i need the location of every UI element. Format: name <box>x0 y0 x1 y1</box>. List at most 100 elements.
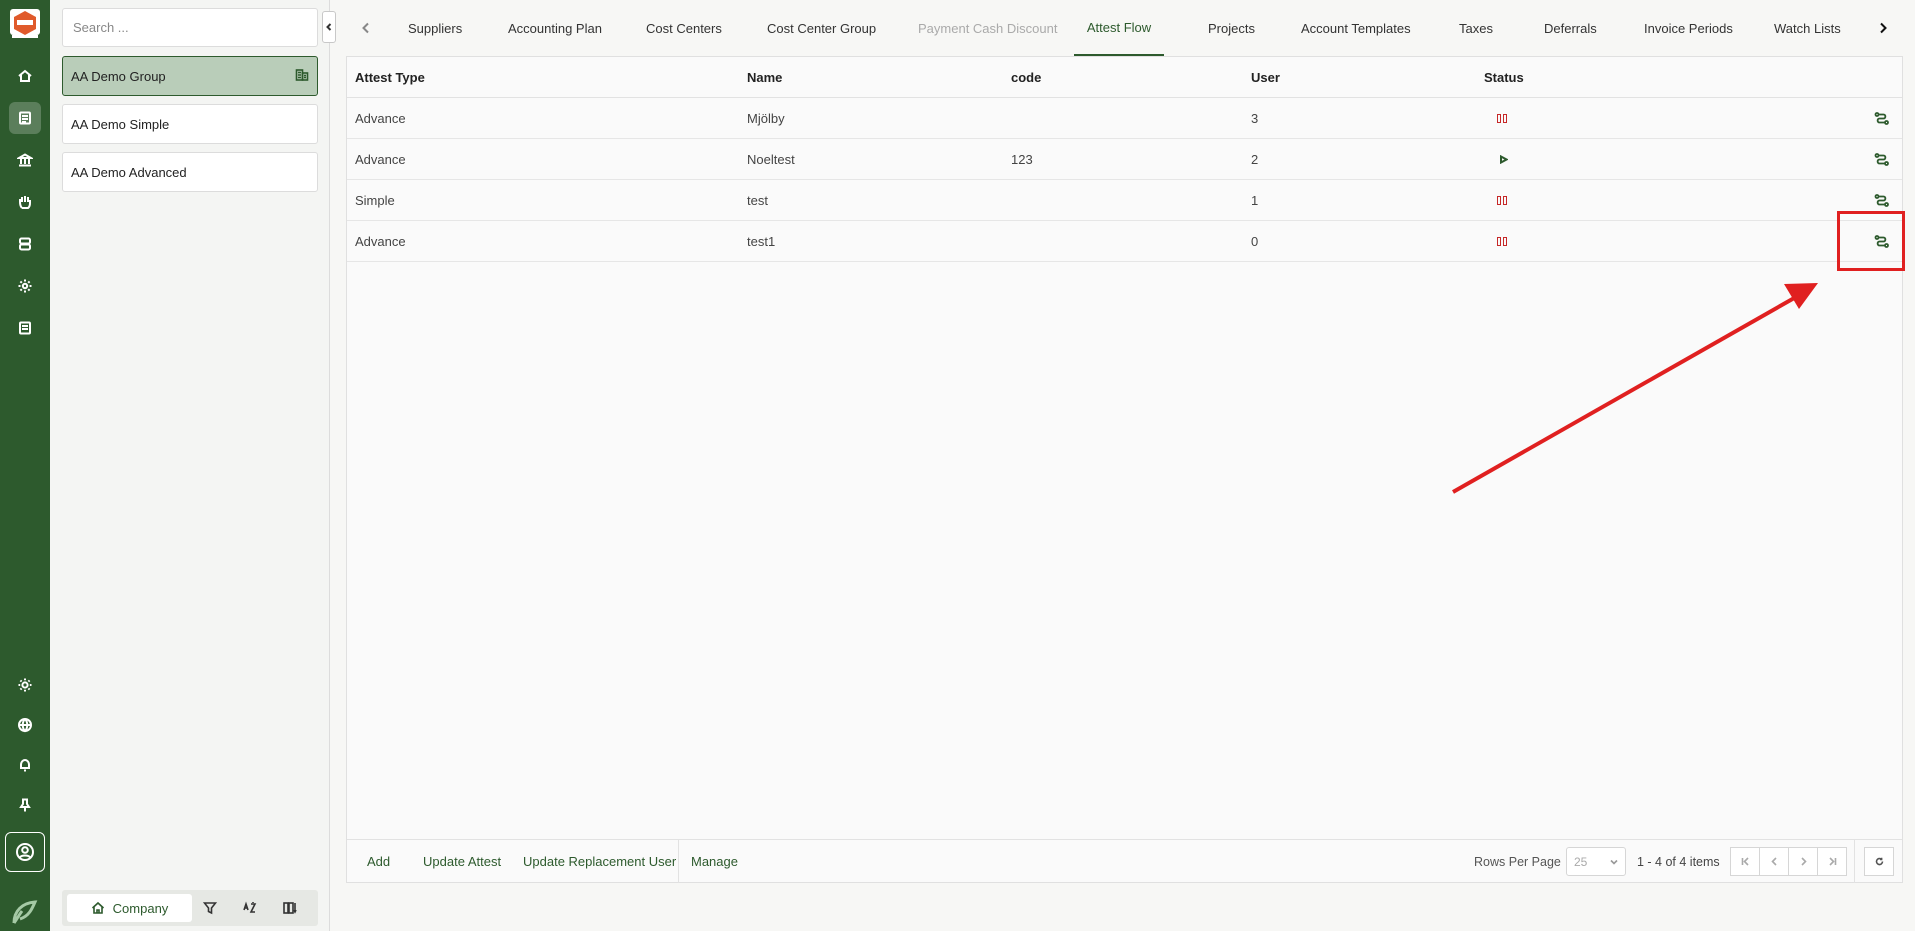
tab-account-templates[interactable]: Account Templates <box>1301 0 1411 56</box>
column-header-name[interactable]: Name <box>747 57 782 97</box>
pin-icon[interactable] <box>9 789 41 821</box>
previous-page-button[interactable] <box>1759 847 1789 876</box>
sun-icon[interactable] <box>9 669 41 701</box>
column-header-attest-type[interactable]: Attest Type <box>355 57 425 97</box>
tab-attest-flow[interactable]: Attest Flow <box>1074 0 1164 56</box>
bank-icon[interactable] <box>9 144 41 176</box>
manage-button[interactable]: Manage <box>691 840 738 883</box>
attest-type-cell: Advance <box>355 233 406 249</box>
user-cell: 1 <box>1251 192 1259 208</box>
hand-icon[interactable] <box>9 186 41 218</box>
company-name: AA Demo Simple <box>71 116 170 132</box>
table-row[interactable]: Advance Mjölby 3 <box>347 98 1902 139</box>
footer-divider <box>1854 840 1855 883</box>
update-replacement-user-button[interactable]: Update Replacement User <box>523 840 676 883</box>
sort-az-icon[interactable] <box>236 894 264 922</box>
refresh-icon <box>1875 857 1883 866</box>
company-view-button[interactable]: Company <box>67 894 192 922</box>
status-paused-icon <box>1497 98 1507 138</box>
company-search-input[interactable] <box>62 8 318 47</box>
database-icon[interactable] <box>9 228 41 260</box>
column-header-code[interactable]: code <box>1011 57 1041 97</box>
document-icon[interactable] <box>9 312 41 344</box>
first-page-button[interactable] <box>1730 847 1760 876</box>
attest-type-cell: Advance <box>355 151 406 167</box>
grid-header: Attest Type Name code User Status <box>347 57 1902 98</box>
status-paused-icon <box>1497 221 1507 261</box>
globe-icon[interactable] <box>9 709 41 741</box>
name-cell: Noeltest <box>747 151 795 167</box>
building-icon <box>295 68 309 85</box>
company-item-aa-demo-group[interactable]: AA Demo Group <box>62 56 318 96</box>
name-cell: Mjölby <box>747 110 785 126</box>
tab-cost-centers[interactable]: Cost Centers <box>646 0 722 56</box>
name-cell: test <box>747 192 768 208</box>
filter-icon[interactable] <box>196 894 224 922</box>
rows-per-page-select[interactable]: 25 <box>1566 847 1626 876</box>
name-cell: test1 <box>747 233 776 249</box>
settings-tab-bar: Suppliers Accounting Plan Cost Centers C… <box>346 0 1915 56</box>
tab-invoice-periods[interactable]: Invoice Periods <box>1644 0 1733 56</box>
company-name: AA Demo Advanced <box>71 164 187 180</box>
demo-logo[interactable] <box>7 5 43 41</box>
attest-type-cell: Simple <box>355 192 395 208</box>
workflow-action-icon[interactable] <box>1874 98 1889 138</box>
status-paused-icon <box>1497 180 1507 220</box>
code-cell: 123 <box>1011 151 1033 167</box>
company-panel-footer: Company <box>62 890 318 926</box>
first-page-icon <box>1741 857 1749 866</box>
collapse-panel-button[interactable] <box>322 11 336 43</box>
chevron-down-icon <box>1610 859 1618 865</box>
columns-icon[interactable] <box>276 894 304 922</box>
settings-icon[interactable] <box>9 270 41 302</box>
annotation-highlight-box <box>1837 211 1905 271</box>
company-panel: AA Demo Group AA Demo Simple AA Demo Adv… <box>50 0 330 931</box>
rows-per-page-value: 25 <box>1574 854 1588 869</box>
add-button[interactable]: Add <box>367 840 390 883</box>
bell-icon[interactable] <box>9 749 41 781</box>
home-icon[interactable] <box>9 60 41 92</box>
last-page-button[interactable] <box>1817 847 1847 876</box>
main-navigation-rail <box>0 0 50 931</box>
tab-suppliers[interactable]: Suppliers <box>408 0 462 56</box>
footer-divider <box>678 840 679 883</box>
refresh-button[interactable] <box>1864 847 1894 876</box>
company-item-aa-demo-advanced[interactable]: AA Demo Advanced <box>62 152 318 192</box>
tab-watch-lists[interactable]: Watch Lists <box>1774 0 1841 56</box>
tab-payment-cash-discount[interactable]: Payment Cash Discount <box>918 0 1057 56</box>
tab-cost-center-group[interactable]: Cost Center Group <box>767 0 876 56</box>
brand-leaf-logo <box>8 897 40 929</box>
company-name: AA Demo Group <box>71 68 166 84</box>
tab-projects[interactable]: Projects <box>1208 0 1255 56</box>
user-cell: 0 <box>1251 233 1259 249</box>
table-row[interactable]: Simple test 1 <box>347 180 1902 221</box>
column-header-status[interactable]: Status <box>1484 57 1524 97</box>
last-page-icon <box>1828 857 1836 866</box>
grid-footer: Add Update Attest Update Replacement Use… <box>347 839 1902 883</box>
user-circle-icon[interactable] <box>5 832 45 872</box>
tab-deferrals[interactable]: Deferrals <box>1544 0 1597 56</box>
chevron-right-icon <box>1800 857 1807 866</box>
rows-per-page-label: Rows Per Page <box>1474 854 1561 869</box>
table-row[interactable]: Advance test1 0 <box>347 221 1902 262</box>
table-row[interactable]: Advance Noeltest 123 2 <box>347 139 1902 180</box>
company-view-label: Company <box>112 900 169 916</box>
column-header-user[interactable]: User <box>1251 57 1280 97</box>
tab-taxes[interactable]: Taxes <box>1459 0 1493 56</box>
chevron-right-icon <box>1880 22 1887 34</box>
status-active-icon <box>1499 139 1508 179</box>
chevron-left-icon <box>1770 857 1777 866</box>
chevron-left-icon <box>326 23 332 31</box>
tab-scroll-right-button[interactable] <box>1873 18 1893 38</box>
next-page-button[interactable] <box>1788 847 1818 876</box>
chevron-left-icon <box>362 22 369 34</box>
attest-type-cell: Advance <box>355 110 406 126</box>
house-icon <box>91 901 104 914</box>
list-icon[interactable] <box>9 102 41 134</box>
workflow-action-icon[interactable] <box>1874 139 1889 179</box>
tab-scroll-left-button[interactable] <box>356 18 376 38</box>
tab-accounting-plan[interactable]: Accounting Plan <box>508 0 602 56</box>
pagination-range: 1 - 4 of 4 items <box>1637 854 1720 869</box>
company-item-aa-demo-simple[interactable]: AA Demo Simple <box>62 104 318 144</box>
update-attest-button[interactable]: Update Attest <box>423 840 501 883</box>
